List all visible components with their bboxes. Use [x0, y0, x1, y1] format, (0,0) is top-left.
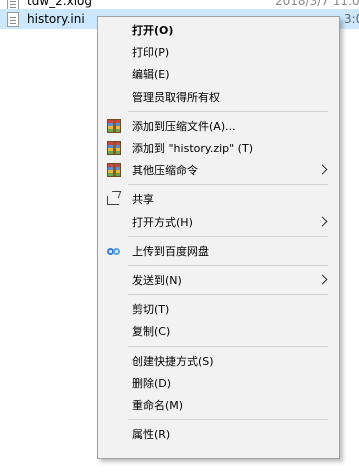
menu-item-label: 添加到压缩文件(A)... [132, 119, 236, 133]
menu-item-label: 重命名(M) [132, 399, 184, 412]
menu-separator [128, 265, 328, 266]
menu-item-label: 打印(P) [132, 46, 170, 60]
menu-separator [128, 235, 328, 237]
menu-item[interactable]: 打印(P) [98, 41, 339, 63]
menu-item[interactable]: 添加到 "history.zip" (T) [98, 137, 339, 159]
menu-separator [128, 419, 328, 421]
file-date: 2018/3/7 11:08 [275, 0, 359, 8]
menu-item-label: 其他压缩命令 [132, 164, 198, 178]
chevron-right-icon [317, 274, 328, 285]
menu-item-label: 剪切(T) [132, 303, 170, 317]
menu-item-label: 创建快捷方式(S) [132, 354, 214, 368]
menu-item[interactable]: 重命名(M) [98, 394, 339, 416]
menu-item-label: 编辑(E) [132, 68, 170, 82]
chevron-right-icon [317, 164, 328, 175]
menu-item-label: 复制(C) [132, 325, 171, 339]
menu-separator [128, 294, 328, 296]
chevron-right-icon [317, 216, 328, 227]
menu-item-label: 管理员取得所有权 [132, 90, 220, 104]
file-date: 3:05 [344, 12, 359, 26]
menu-item[interactable]: 发送到(N) [98, 269, 339, 291]
menu-item[interactable]: 剪切(T) [98, 298, 339, 320]
menu-item[interactable]: 其他压缩命令 [98, 159, 339, 181]
menu-item-label: 打开方式(H) [132, 215, 193, 229]
menu-item[interactable]: 添加到压缩文件(A)... [98, 115, 339, 137]
menu-item-label: 共享 [132, 193, 154, 207]
ini-file-icon [7, 12, 19, 27]
menu-item[interactable]: 删除(D) [98, 372, 339, 394]
share-icon [107, 196, 119, 206]
menu-separator [128, 110, 328, 112]
menu-item[interactable]: 共享 [98, 188, 339, 210]
archive-icon [107, 163, 121, 178]
menu-item[interactable]: 上传到百度网盘 [98, 240, 339, 262]
menu-item[interactable]: 编辑(E) [98, 63, 339, 85]
archive-icon [107, 141, 121, 155]
archive-icon [107, 118, 121, 133]
menu-item[interactable]: 打开(O) [98, 19, 339, 41]
cloud-icon [107, 246, 121, 260]
file-name: tdw_2.xlog [27, 0, 92, 8]
menu-item-label: 发送到(N) [132, 274, 182, 287]
menu-separator [128, 184, 328, 186]
menu-item[interactable]: 打开方式(H) [98, 211, 339, 233]
menu-item-label: 属性(R) [132, 428, 171, 442]
menu-separator [128, 345, 328, 347]
menu-item-label: 添加到 "history.zip" (T) [132, 142, 253, 155]
menu-item-label: 打开(O) [132, 24, 174, 37]
menu-item-label: 上传到百度网盘 [132, 244, 209, 258]
file-name: history.ini [27, 12, 85, 26]
context-menu: 打开(O) 打印(P) 编辑(E) 管理员取得所有权添加到压缩文件(A)... 添加到 … [97, 16, 340, 459]
menu-item-label: 删除(D) [132, 376, 172, 390]
menu-item[interactable]: 创建快捷方式(S) [98, 350, 339, 372]
menu-item[interactable]: 属性(R) [98, 423, 339, 445]
menu-item[interactable]: 管理员取得所有权 [98, 86, 339, 108]
menu-item[interactable]: 复制(C) [98, 320, 339, 342]
